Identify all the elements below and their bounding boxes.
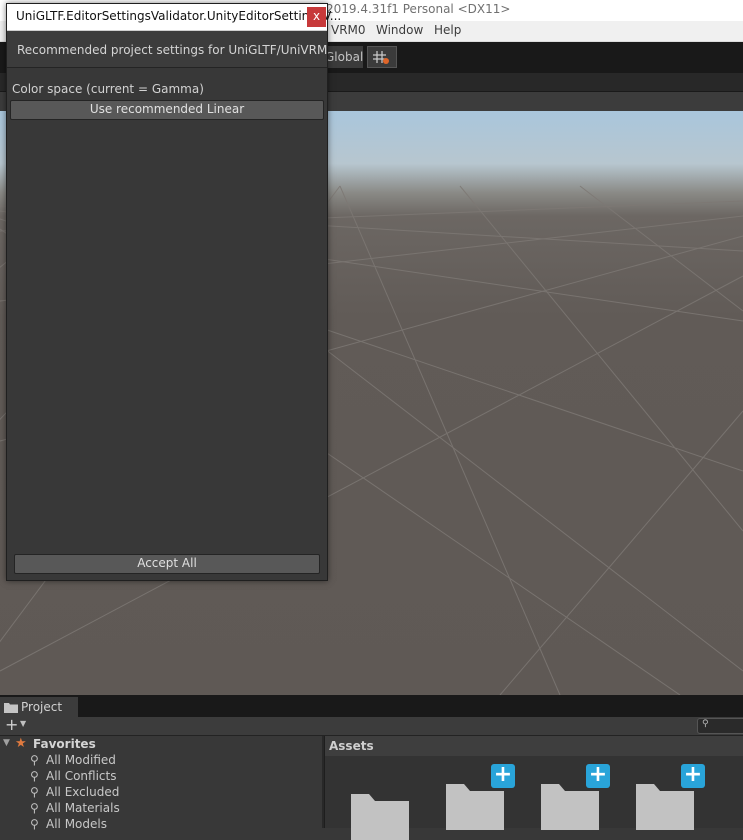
star-icon: ★	[15, 736, 27, 751]
pivot-rotation-toggle[interactable]: Global	[323, 46, 363, 68]
chevron-down-icon[interactable]: ▼	[20, 719, 26, 728]
add-asset-button[interactable]: +	[5, 715, 18, 734]
menu-help[interactable]: Help	[434, 23, 461, 37]
tab-project-label: Project	[21, 700, 63, 714]
search-icon: ⚲	[30, 769, 39, 783]
search-icon: ⚲	[30, 753, 39, 767]
accept-all-button[interactable]: Accept All	[14, 554, 320, 574]
project-tab-bar: Project	[0, 695, 743, 717]
tab-project[interactable]: Project	[0, 697, 78, 717]
favorite-item[interactable]: ⚲ All Materials	[0, 801, 322, 817]
search-icon: ⚲	[702, 719, 709, 729]
folder-icon[interactable]	[444, 782, 506, 830]
project-toolbar: + ▼ ⚲	[0, 715, 743, 736]
favorite-item[interactable]: ⚲ All Modified	[0, 753, 322, 769]
color-space-label: Color space (current = Gamma)	[12, 82, 204, 96]
project-panel: Project + ▼ ⚲ ▼ ★ Favorites ⚲ All Modifi…	[0, 695, 743, 840]
expand-arrow-icon[interactable]: ▼	[3, 738, 10, 748]
search-icon: ⚲	[30, 785, 39, 799]
favorite-item-label: All Conflicts	[46, 769, 117, 783]
dialog-header-text: Recommended project settings for UniGLTF…	[17, 43, 328, 57]
favorites-row[interactable]: ▼ ★ Favorites	[0, 736, 322, 753]
grid-snap-icon	[373, 51, 389, 64]
dialog-header: Recommended project settings for UniGLTF…	[7, 31, 327, 68]
favorite-item[interactable]: ⚲ All Conflicts	[0, 769, 322, 785]
search-icon: ⚲	[30, 801, 39, 815]
folder-icon[interactable]	[349, 792, 411, 840]
package-plus-icon: +	[681, 764, 705, 788]
search-icon: ⚲	[30, 817, 39, 831]
favorite-item-label: All Models	[46, 817, 107, 831]
close-button[interactable]: x	[307, 7, 326, 27]
settings-validator-dialog: UniGLTF.EditorSettingsValidator.UnityEdi…	[6, 3, 341, 581]
search-input[interactable]: ⚲	[697, 718, 743, 734]
menu-window[interactable]: Window	[376, 23, 423, 37]
package-plus-icon: +	[586, 764, 610, 788]
folder-tree: ▼ ★ Favorites ⚲ All Modified ⚲ All Confl…	[0, 736, 322, 831]
assets-view: Assets + + +	[324, 736, 743, 840]
favorite-item-label: All Modified	[46, 753, 116, 767]
use-recommended-linear-button[interactable]: Use recommended Linear	[10, 100, 324, 120]
package-plus-icon: +	[491, 764, 515, 788]
dialog-title: UniGLTF.EditorSettingsValidator.UnityEdi…	[16, 9, 342, 23]
favorites-label: Favorites	[33, 737, 96, 751]
menu-vrm0[interactable]: VRM0	[331, 23, 366, 37]
favorite-item-label: All Materials	[46, 801, 120, 815]
folder-icon[interactable]	[539, 782, 601, 830]
dialog-title-bar[interactable]: UniGLTF.EditorSettingsValidator.UnityEdi…	[7, 4, 341, 31]
assets-breadcrumb: Assets	[325, 736, 743, 756]
grid-snap-button[interactable]	[367, 46, 397, 68]
folder-icon	[4, 703, 18, 713]
assets-breadcrumb-label[interactable]: Assets	[329, 739, 374, 753]
favorite-item-label: All Excluded	[46, 785, 120, 799]
app-title: 2019.4.31f1 Personal <DX11>	[326, 2, 511, 16]
folder-icon[interactable]	[634, 782, 696, 830]
favorite-item[interactable]: ⚲ All Models	[0, 817, 322, 833]
favorite-item[interactable]: ⚲ All Excluded	[0, 785, 322, 801]
